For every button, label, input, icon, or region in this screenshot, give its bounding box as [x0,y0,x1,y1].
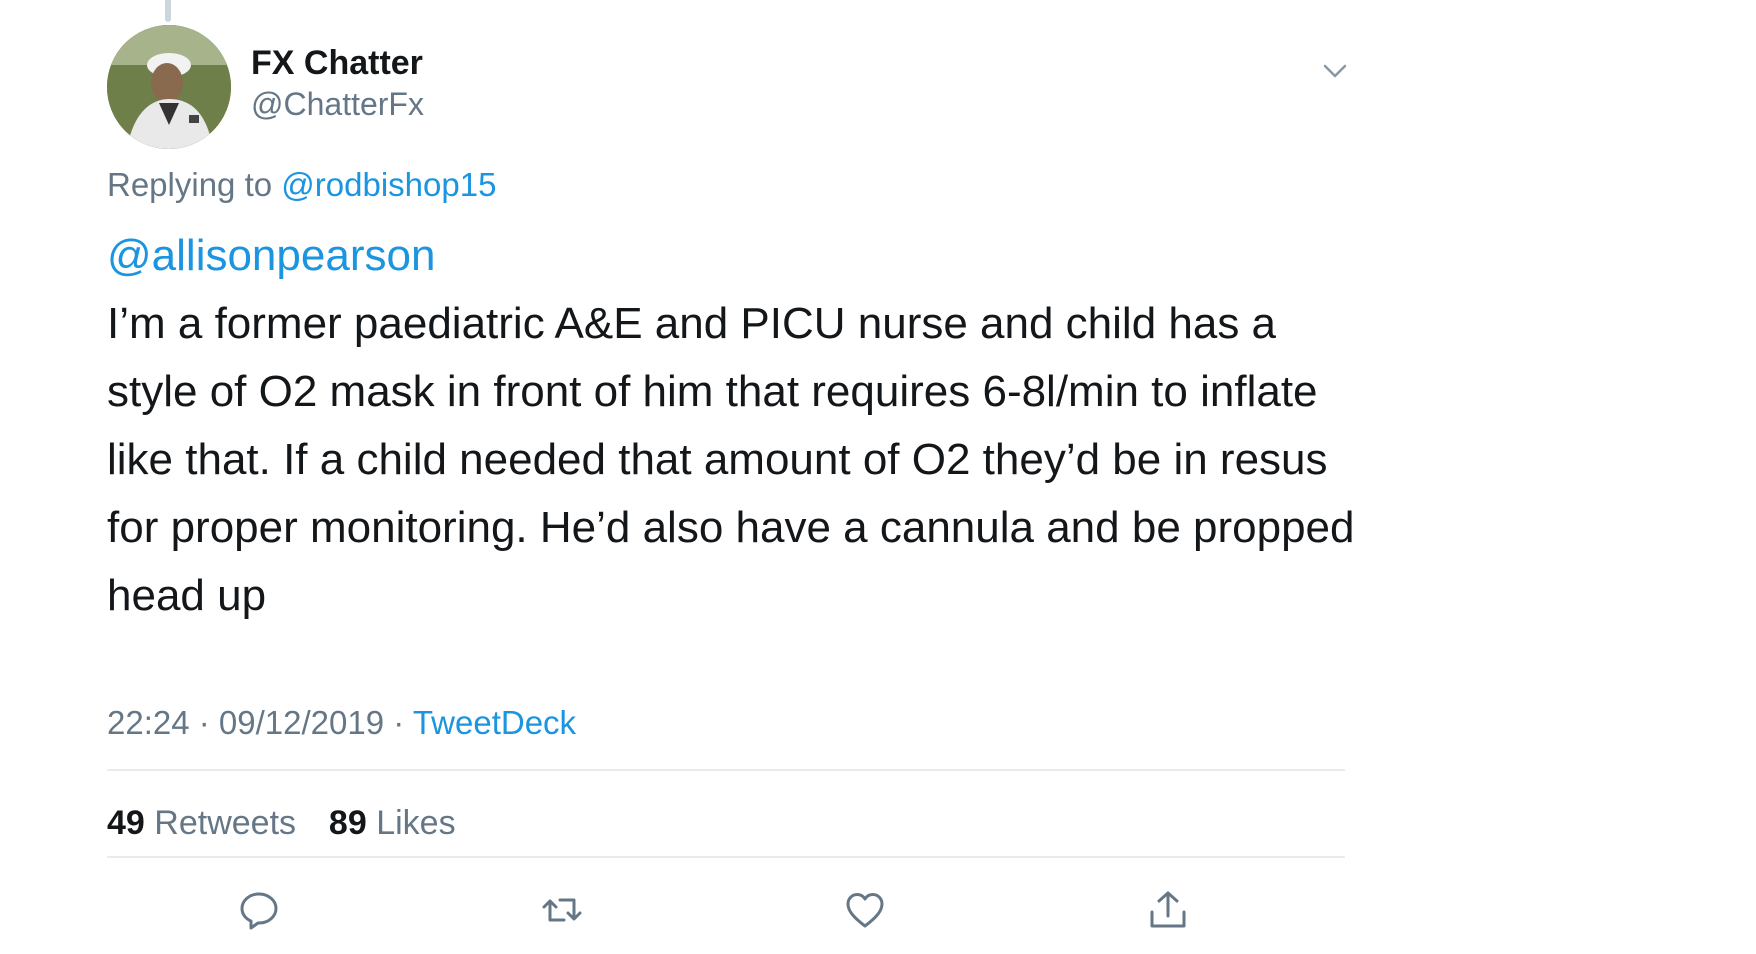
replying-to-prefix: Replying to [107,166,273,203]
reply-icon[interactable] [237,888,281,932]
tweet-meta: 22:24 · 09/12/2019 · TweetDeck [107,704,576,742]
divider [107,769,1345,771]
divider [107,856,1345,858]
heart-icon[interactable] [843,888,887,932]
retweet-icon[interactable] [540,888,584,932]
tweet-body: @allisonpearson I’m a former paediatric … [107,222,1357,630]
tweet-mention-link[interactable]: @allisonpearson [107,222,1357,290]
likes-stat[interactable]: 89 Likes [329,804,456,842]
replying-to-line: Replying to @rodbishop15 [107,166,496,204]
author-handle[interactable]: @ChatterFx [251,86,424,123]
tweet-source-link[interactable]: TweetDeck [413,704,576,741]
avatar[interactable] [107,25,231,149]
tweet-text: I’m a former paediatric A&E and PICU nur… [107,299,1355,620]
retweets-label: Retweets [154,804,297,842]
meta-separator: · [189,704,219,741]
engagement-stats: 49 Retweets 89 Likes [107,804,456,843]
likes-label: Likes [376,804,456,842]
meta-separator: · [384,704,413,741]
tweet-time[interactable]: 22:24 [107,704,190,741]
author-display-name[interactable]: FX Chatter [251,44,423,83]
share-icon[interactable] [1146,888,1190,932]
avatar-image [107,25,231,149]
retweets-stat[interactable]: 49 Retweets [107,804,296,842]
thread-connector-line [165,0,171,22]
tweet-date[interactable]: 09/12/2019 [219,704,384,741]
retweets-count: 49 [107,804,145,842]
likes-count: 89 [328,804,367,842]
replying-to-handle-link[interactable]: @rodbishop15 [281,166,496,203]
chevron-down-icon[interactable] [1320,56,1350,86]
